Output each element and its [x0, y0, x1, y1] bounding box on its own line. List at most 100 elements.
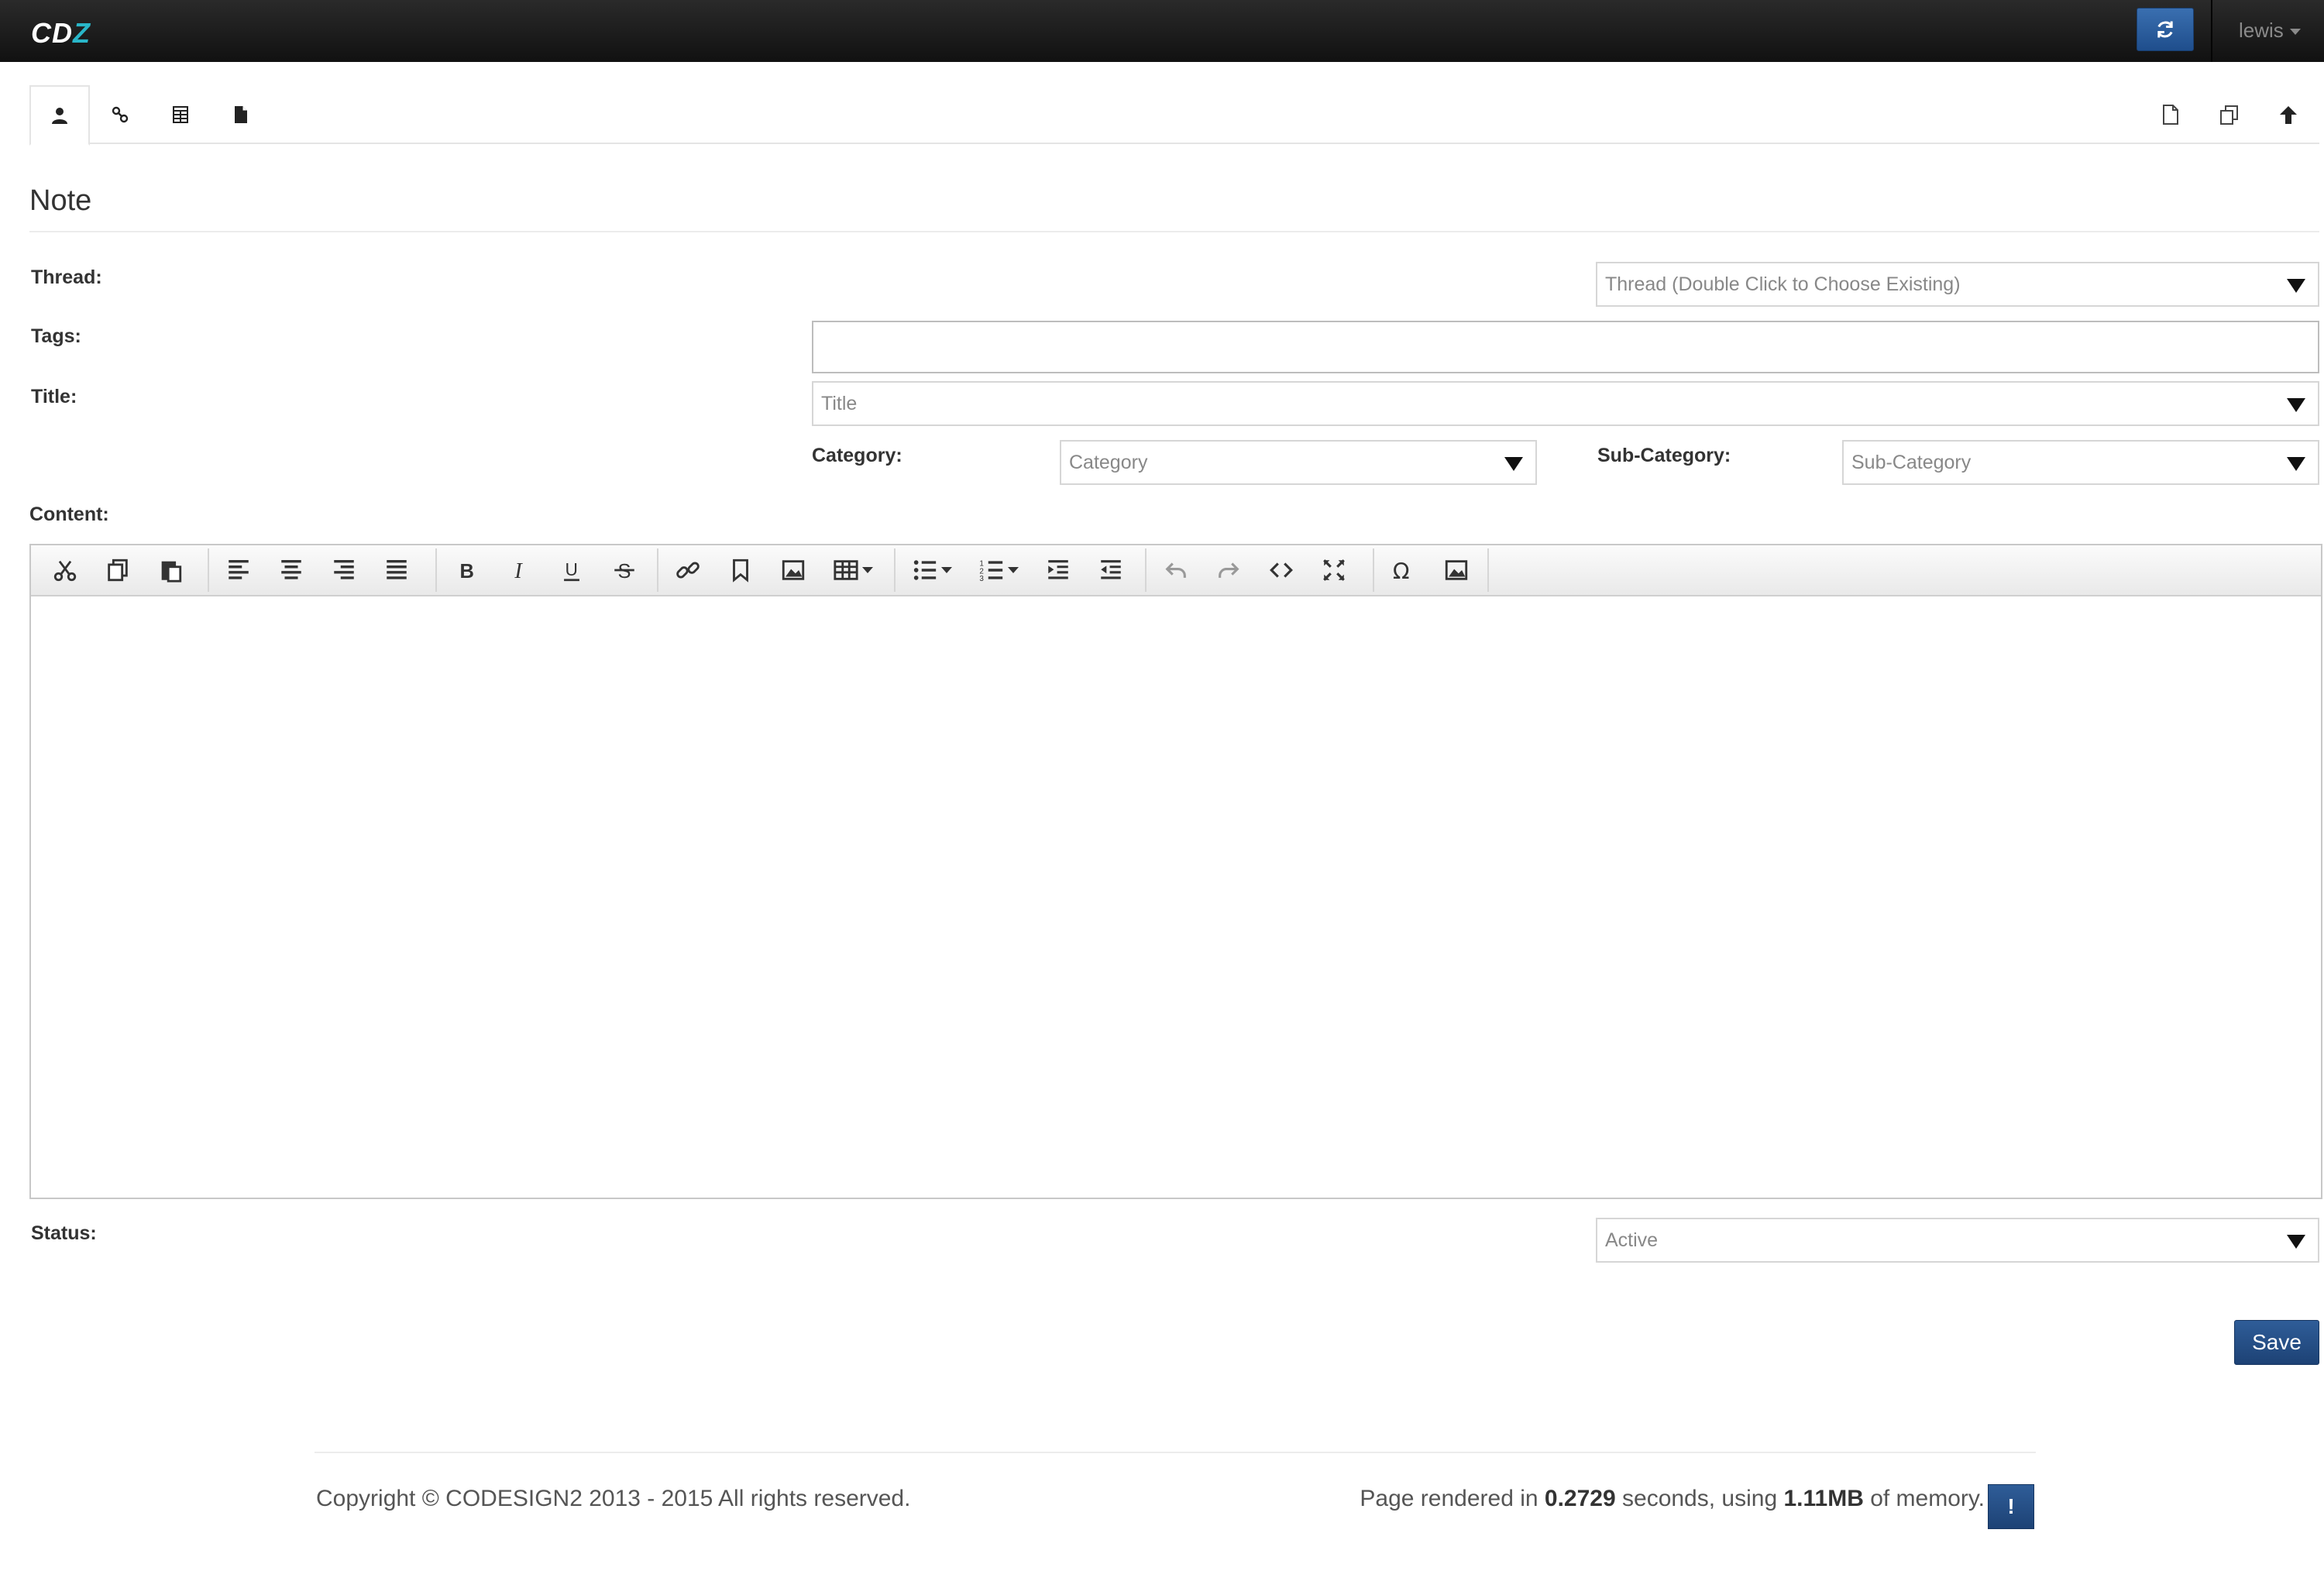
- paste-button[interactable]: [144, 548, 197, 592]
- bookmark-button[interactable]: [714, 548, 767, 592]
- user-name: lewis: [2239, 19, 2284, 42]
- category-label: Category:: [812, 445, 902, 466]
- tags-label: Tags:: [31, 325, 81, 347]
- refresh-button[interactable]: [2137, 8, 2194, 51]
- bold-icon: B: [460, 561, 474, 583]
- info-button[interactable]: !: [1988, 1484, 2034, 1529]
- bold-button[interactable]: B: [440, 548, 493, 592]
- navbar-divider: [2211, 0, 2212, 62]
- render-prefix: Page rendered in: [1360, 1486, 1545, 1511]
- undo-button[interactable]: [1150, 548, 1202, 592]
- copy-button[interactable]: [2214, 99, 2245, 130]
- editor-content-area[interactable]: [31, 598, 2321, 1198]
- svg-text:B: B: [460, 561, 474, 583]
- code-icon: [1270, 562, 1293, 578]
- bullet-list-icon: [913, 560, 937, 580]
- cut-button[interactable]: [39, 548, 91, 592]
- list-group: 123: [899, 548, 1147, 592]
- link-icon: [676, 562, 700, 579]
- bullet-list-button[interactable]: [899, 548, 965, 592]
- category-placeholder: Category: [1069, 451, 1148, 473]
- special-character-button[interactable]: Ω: [1377, 548, 1430, 592]
- insert-group: [662, 548, 896, 592]
- tags-input[interactable]: [812, 321, 2319, 373]
- align-center-icon: [281, 559, 301, 579]
- scroll-top-button[interactable]: [2273, 99, 2304, 130]
- subcategory-label: Sub-Category:: [1597, 445, 1731, 466]
- undo-icon: [1165, 562, 1186, 578]
- category-select[interactable]: Category: [1060, 440, 1537, 485]
- underline-icon: U: [564, 559, 579, 582]
- source-code-button[interactable]: [1255, 548, 1308, 592]
- subcategory-select[interactable]: Sub-Category: [1842, 440, 2319, 485]
- outdent-button[interactable]: [1085, 548, 1137, 592]
- tab-bar: [29, 85, 2319, 146]
- thread-placeholder: Thread (Double Click to Choose Existing): [1605, 273, 1961, 295]
- tab-file[interactable]: [211, 85, 271, 144]
- formatting-group: B I U S: [440, 548, 658, 592]
- link-button[interactable]: [662, 548, 714, 592]
- align-left-button[interactable]: [212, 548, 265, 592]
- strikethrough-button[interactable]: S: [598, 548, 651, 592]
- bookmark-icon: [733, 559, 748, 583]
- chevron-down-icon: [2287, 398, 2305, 412]
- save-button[interactable]: Save: [2234, 1320, 2319, 1365]
- svg-text:U: U: [566, 559, 578, 579]
- redo-button[interactable]: [1202, 548, 1255, 592]
- table-icon: [173, 106, 188, 123]
- title-label: Title:: [31, 386, 77, 407]
- fullscreen-button[interactable]: [1308, 548, 1360, 592]
- chevron-down-icon: [941, 567, 952, 573]
- italic-button[interactable]: I: [493, 548, 545, 592]
- status-label: Status:: [31, 1222, 97, 1244]
- thread-select[interactable]: Thread (Double Click to Choose Existing): [1596, 262, 2319, 307]
- status-value: Active: [1605, 1229, 1659, 1251]
- table-button[interactable]: [820, 548, 886, 592]
- new-document-icon: [2163, 105, 2178, 125]
- title-divider: [29, 231, 2319, 232]
- content-label: Content:: [29, 504, 109, 525]
- chevron-down-icon: [2289, 29, 2301, 36]
- title-select[interactable]: Title: [812, 381, 2319, 426]
- thread-label: Thread:: [31, 266, 102, 288]
- numbered-list-button[interactable]: 123: [965, 548, 1032, 592]
- indent-button[interactable]: [1032, 548, 1085, 592]
- svg-text:3: 3: [979, 575, 984, 583]
- title-placeholder: Title: [821, 392, 858, 414]
- clipboard-group: [39, 548, 209, 592]
- copyright-text: Copyright © CODESIGN2 2013 - 2015 All ri…: [316, 1486, 911, 1511]
- align-center-button[interactable]: [265, 548, 318, 592]
- alignment-group: [212, 548, 437, 592]
- align-justify-button[interactable]: [370, 548, 423, 592]
- media-button[interactable]: [1430, 548, 1483, 592]
- chevron-down-icon: [2287, 457, 2305, 471]
- link-icon: [112, 106, 129, 123]
- omega-icon: Ω: [1393, 559, 1410, 583]
- image-button[interactable]: [767, 548, 820, 592]
- render-suffix: of memory.: [1863, 1486, 1985, 1511]
- history-group: [1150, 548, 1374, 592]
- chevron-down-icon: [862, 567, 873, 573]
- align-right-button[interactable]: [318, 548, 370, 592]
- paste-icon: [161, 561, 182, 583]
- numbered-list-icon: 123: [979, 559, 1003, 583]
- logo-accent: Z: [73, 17, 91, 49]
- app-logo[interactable]: CDZ: [31, 17, 91, 50]
- render-memory: 1.11MB: [1783, 1486, 1864, 1511]
- status-select[interactable]: Active: [1596, 1218, 2319, 1263]
- chevron-down-icon: [1504, 457, 1523, 471]
- render-mid: seconds, using: [1615, 1486, 1784, 1511]
- copy-icon: [108, 559, 128, 582]
- new-document-button[interactable]: [2155, 99, 2186, 130]
- outdent-icon: [1101, 560, 1121, 579]
- tab-user[interactable]: [29, 85, 90, 146]
- copy-format-button[interactable]: [91, 548, 144, 592]
- tab-table[interactable]: [150, 85, 211, 144]
- align-right-icon: [334, 559, 354, 579]
- page-title: Note: [29, 184, 92, 217]
- user-menu[interactable]: lewis: [2239, 19, 2301, 43]
- underline-button[interactable]: U: [545, 548, 598, 592]
- svg-text:Ω: Ω: [1393, 559, 1410, 583]
- media-icon: [1445, 560, 1468, 580]
- tab-links[interactable]: [90, 85, 150, 144]
